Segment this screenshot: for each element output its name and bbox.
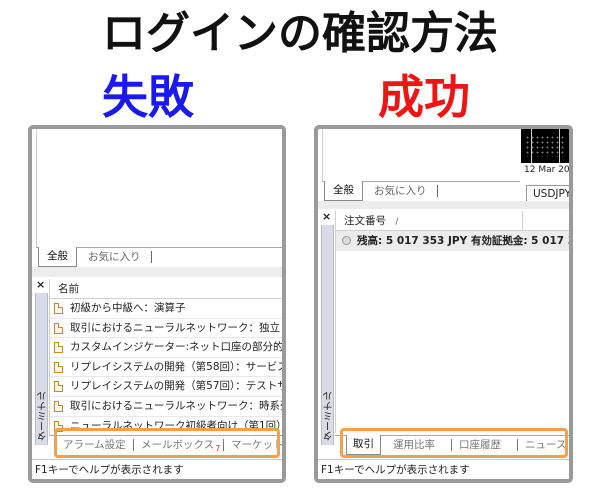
list-item[interactable]: リプレイシステムの開発（第58回）：サービス [50,358,282,378]
chart-date: 12 Mar 2025 [521,163,569,177]
terminal-sidebar: ターミナル [321,225,335,445]
status-bar: F1キーでヘルプが表示されます [32,459,282,479]
symbol-tab[interactable]: USDJPY [526,185,569,202]
document-icon [54,342,63,354]
status-dot-icon [342,236,351,245]
terminal-sidebar: ターミナル [35,293,49,445]
success-label: 成功 [378,70,470,124]
success-screenshot: 全般 お気に入り 12 Mar 2025 USDJPY × ターミナル 注文番号… [314,125,573,483]
chart-thumbnail[interactable]: 12 Mar 2025 [521,129,569,177]
document-icon [54,361,63,373]
market-watch-area [36,129,282,247]
tab-favorites[interactable]: お気に入り [374,182,427,200]
status-bar: F1キーでヘルプが表示されます [318,459,569,479]
list-item[interactable]: リプレイシステムの開発（第57回）：テストサ [50,377,282,397]
page-title: ログインの確認方法 [102,8,498,59]
document-icon [54,303,63,314]
chart-line [559,129,560,163]
terminal-label: ターミナル [38,391,49,441]
list-item[interactable]: 取引におけるニューラルネットワーク：独立した [50,319,282,339]
order-number-column[interactable]: 注文番号 [344,215,386,227]
tab-general[interactable]: 全般 [38,247,77,267]
tab-favorites[interactable]: お気に入り [88,248,141,266]
market-watch-area [322,129,520,181]
market-watch-tabs: 全般 お気に入り [322,181,520,201]
close-icon[interactable]: × [322,211,331,223]
failure-screenshot: 全般 お気に入り × ターミナル 名前 初級から中級へ：演算子 取引におけるニュ… [28,125,286,483]
table-header: 注文番号 / [336,211,569,231]
column-divider[interactable] [522,211,523,231]
terminal-label: ターミナル [324,391,335,441]
splitter[interactable] [32,267,282,277]
list-header[interactable]: 名前 [50,279,282,299]
list-item[interactable]: カスタムインジケーター:ネット口座の部分的なエ [50,338,282,358]
document-icon [54,381,63,393]
document-icon [54,322,63,334]
articles-list: 名前 初級から中級へ：演算子 取引におけるニューラルネットワーク：独立した カス… [49,279,282,439]
splitter[interactable] [318,201,569,209]
tab-separator [151,251,152,263]
market-watch-tabs: 全般 お気に入り [36,247,282,267]
tab-separator [437,185,438,197]
fail-label: 失敗 [102,70,194,124]
list-item[interactable]: 初級から中級へ：演算子 [50,299,282,319]
trade-table: 注文番号 / 残高: 5 017 353 JPY 有効証拠金: 5 017 35… [335,211,569,433]
list-item[interactable]: 取引におけるニューラルネットワーク：時系列の [50,397,282,417]
tabs-highlight [54,428,280,458]
document-icon [54,400,63,412]
chart-line [531,129,532,163]
tab-general[interactable]: 全般 [324,181,363,201]
balance-row[interactable]: 残高: 5 017 353 JPY 有効証拠金: 5 017 353 [336,231,569,251]
tabs-highlight [340,428,568,458]
sort-indicator: / [395,217,399,227]
close-icon[interactable]: × [36,279,45,291]
